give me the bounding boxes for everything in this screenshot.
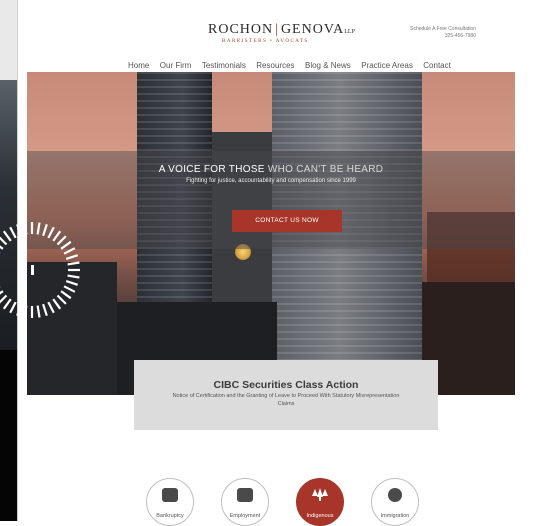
spinner-tick (56, 235, 67, 246)
nav-contact[interactable]: Contact (423, 61, 451, 70)
consultation-label: Schedule A Free Consultation (410, 26, 476, 32)
practice-label: Employment (229, 513, 261, 519)
spinner-tick (23, 222, 28, 235)
spinner-tick (67, 261, 80, 266)
spinner-tick (9, 226, 17, 239)
spinner-tick (0, 290, 4, 295)
spinner-tick (52, 298, 62, 310)
nav-resources[interactable]: Resources (256, 61, 294, 70)
spinner-tick (65, 280, 79, 286)
spinner-tick (65, 254, 79, 260)
nav-practice-areas[interactable]: Practice Areas (361, 61, 413, 70)
logo-wordmark: ROCHON | GENOVALLP (208, 22, 355, 38)
practice-label: Bankruptcy (156, 513, 184, 519)
briefcase-icon (237, 488, 253, 502)
spinner-tick (42, 303, 48, 317)
spinner-tick (63, 285, 76, 293)
contact-us-button[interactable]: CONTACT US NOW (232, 210, 342, 232)
nav-testimonials[interactable]: Testimonials (202, 61, 246, 70)
headline-dim: WHO CAN'T BE HEARD (267, 164, 384, 175)
notice-body: Notice of Certification and the Granting… (172, 393, 400, 407)
main-nav: Home Our Firm Testimonials Resources Blo… (128, 55, 457, 70)
hero-headline: A VOICE FOR THOSE WHO CAN'T BE HEARD (27, 164, 515, 175)
trees-icon (312, 488, 328, 501)
spinner-tick (36, 222, 41, 235)
logo-suffix: LLP (344, 29, 355, 35)
nav-home[interactable]: Home (128, 61, 149, 70)
logo-separator: | (275, 22, 279, 37)
spinner-tick (16, 223, 22, 237)
spinner-tick (47, 226, 55, 239)
practice-bankruptcy[interactable]: Bankruptcy (146, 478, 194, 526)
logo-left: ROCHON (208, 22, 274, 37)
hero-banner: A VOICE FOR THOSE WHO CAN'T BE HEARD Fig… (27, 72, 515, 395)
spinner-tick (16, 303, 22, 317)
notice-title[interactable]: CIBC Securities Class Action (134, 379, 438, 391)
spinner-tick (23, 305, 28, 318)
practice-employment[interactable]: Employment (221, 478, 269, 526)
practice-label: Indigenous (306, 513, 334, 519)
spinner-tick (0, 236, 8, 246)
logo-tagline: BARRISTERS • AVOCATS (222, 39, 309, 44)
spinner-tick (2, 230, 12, 242)
nav-blog-news[interactable]: Blog & News (305, 61, 351, 70)
practice-label: Immigration (380, 513, 410, 519)
spinner-tick (63, 247, 76, 255)
spinner-tick (0, 245, 4, 250)
wallet-icon (162, 488, 178, 502)
left-edge-bottom (0, 350, 17, 521)
spinner-tick (0, 294, 8, 304)
practice-immigration[interactable]: Immigration (371, 478, 419, 526)
site-logo[interactable]: ROCHON | GENOVALLP BARRISTERS • AVOCATS Sc… (208, 22, 528, 46)
spinner-tick (52, 230, 62, 242)
spinner-tick (36, 305, 41, 318)
spinner-tick (56, 294, 67, 305)
spinner-tick (67, 274, 80, 279)
left-edge-top (0, 0, 17, 80)
spinner-tick (60, 240, 72, 250)
spinner-tick (9, 301, 17, 314)
spinner-tick (2, 298, 12, 310)
spinner-tick (60, 290, 72, 300)
headline-main: A VOICE FOR THOSE (158, 164, 265, 175)
globe-icon (388, 488, 402, 502)
spinner-tick (42, 223, 48, 237)
consultation-phone[interactable]: 325-456-7980 (376, 33, 476, 40)
logo-right: GENOVA (280, 22, 345, 37)
class-action-notice[interactable]: CIBC Securities Class Action Notice of C… (134, 360, 438, 430)
loading-spinner-icon (0, 222, 80, 318)
hero-subline: Fighting for justice, accountability and… (186, 178, 356, 184)
spinner-tick (47, 301, 55, 314)
consultation-info[interactable]: Schedule A Free Consultation 325-456-798… (376, 26, 476, 40)
practice-indigenous[interactable]: Indigenous (296, 478, 344, 526)
nav-our-firm[interactable]: Our Firm (160, 61, 192, 70)
